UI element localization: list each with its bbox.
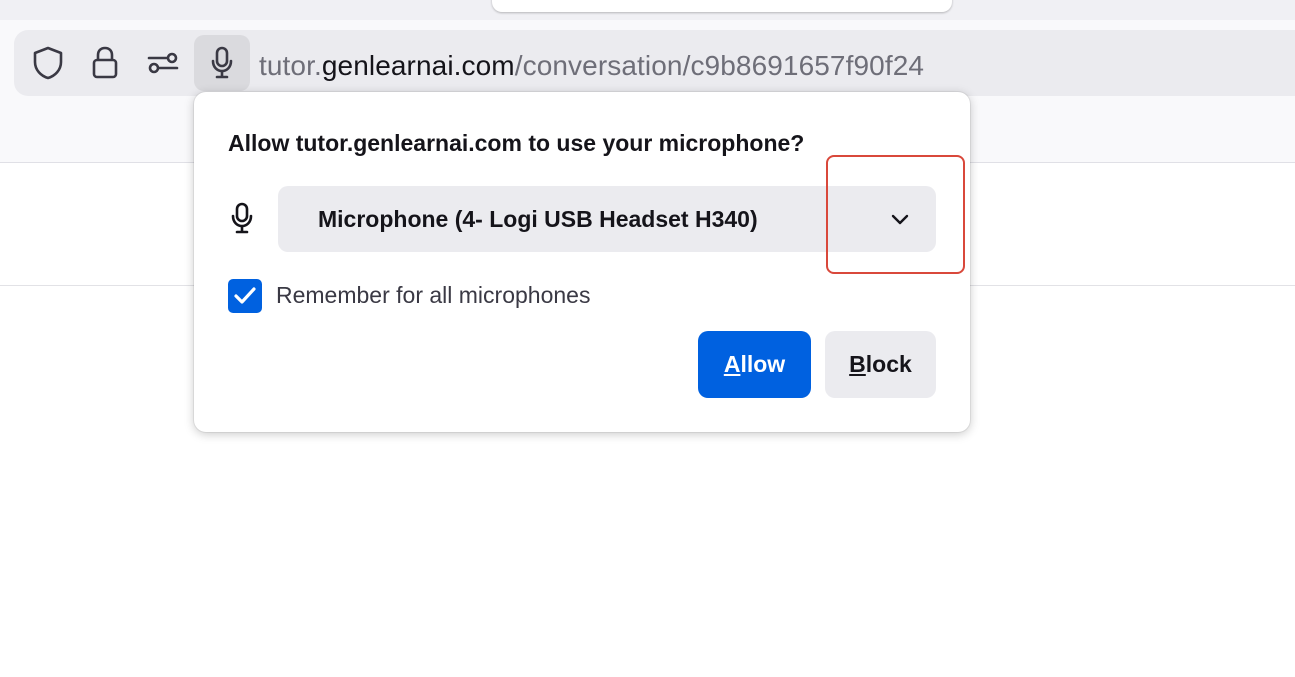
- block-accesskey: B: [849, 351, 866, 377]
- shield-icon[interactable]: [20, 35, 76, 91]
- lock-icon[interactable]: [77, 35, 133, 91]
- block-label: lock: [865, 351, 912, 377]
- browser-window: tutor.genlearnai.com/conversation/c9b869…: [0, 0, 1295, 677]
- microphone-icon: [228, 202, 256, 236]
- remember-checkbox-label[interactable]: Remember for all microphones: [276, 282, 590, 309]
- permissions-icon[interactable]: [135, 35, 191, 91]
- microphone-icon[interactable]: [194, 35, 250, 91]
- remember-checkbox[interactable]: [228, 279, 262, 313]
- checkmark-icon: [234, 287, 256, 304]
- allow-accesskey: A: [723, 351, 741, 377]
- url-prefix: tutor.: [259, 50, 322, 81]
- url-text[interactable]: tutor.genlearnai.com/conversation/c9b869…: [259, 46, 924, 86]
- url-domain: genlearnai.com: [321, 50, 515, 81]
- active-tab[interactable]: [492, 0, 952, 12]
- highlight-annotation: [826, 155, 965, 274]
- tab-strip: [0, 0, 1295, 20]
- url-path: /conversation/c9b8691657f90f24: [514, 50, 925, 81]
- popup-title: Allow tutor.genlearnai.com to use your m…: [228, 130, 805, 156]
- allow-button[interactable]: Allow: [698, 331, 811, 398]
- selected-device-label: Microphone (4- Logi USB Headset H340): [318, 206, 758, 232]
- allow-label: llow: [740, 351, 786, 377]
- block-button[interactable]: Block: [825, 331, 936, 398]
